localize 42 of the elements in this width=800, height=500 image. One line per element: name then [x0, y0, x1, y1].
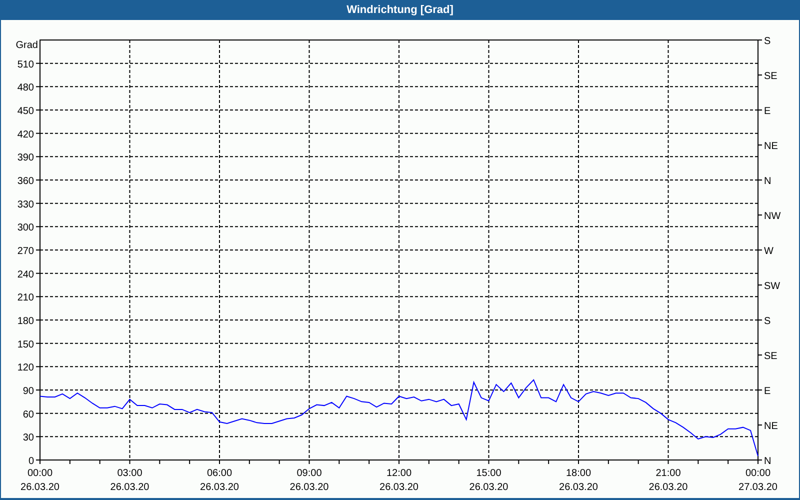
compass-label: SE: [764, 351, 778, 362]
y-tick-label: 300: [17, 222, 34, 234]
window-title: Windrichtung [Grad]: [346, 2, 454, 18]
x-tick-label: 00:00 27.03.20: [738, 468, 778, 493]
y-tick-label: 390: [17, 152, 34, 164]
compass-label: S: [764, 36, 771, 47]
y-tick-label: 360: [17, 176, 34, 187]
compass-label: NE: [764, 141, 778, 152]
compass-label: E: [764, 386, 771, 397]
y-tick-label: 0: [28, 456, 34, 467]
compass-label: S: [764, 316, 771, 327]
compass-label: N: [764, 176, 772, 187]
compass-label: NE: [764, 421, 778, 432]
compass-label: W: [764, 246, 774, 257]
y-axis-title: Grad: [16, 40, 38, 51]
y-tick-label: 450: [17, 106, 34, 117]
x-tick-label: 00:00 26.03.20: [20, 468, 60, 493]
x-tick-label: 09:00 26.03.20: [290, 468, 329, 493]
y-tick-label: 30: [22, 432, 34, 444]
compass-label: E: [764, 106, 771, 117]
y-tick-label: 210: [17, 292, 34, 304]
y-tick-label: 240: [17, 269, 34, 280]
y-tick-label: 90: [22, 386, 34, 397]
x-tick-label: 21:00 26.03.20: [648, 468, 688, 493]
y-tick-label: 330: [17, 199, 34, 210]
y-tick-label: 480: [17, 82, 34, 94]
x-tick-label: 15:00 26.03.20: [469, 468, 508, 493]
x-tick-label: 03:00 26.03.20: [110, 468, 150, 493]
y-tick-label: 420: [17, 129, 34, 140]
compass-label: NW: [764, 211, 781, 222]
compass-label: SW: [764, 281, 780, 292]
y-tick-label: 270: [17, 246, 34, 257]
x-tick-label: 18:00 26.03.20: [559, 468, 598, 493]
y-tick-label: 510: [17, 59, 34, 70]
y-tick-label: 60: [22, 409, 34, 420]
y-tick-label: 120: [17, 362, 34, 374]
compass-label: N: [764, 456, 772, 467]
y-tick-label: 150: [17, 339, 34, 350]
x-tick-label: 06:00 26.03.20: [200, 468, 239, 493]
y-tick-label: 180: [17, 316, 34, 327]
x-tick-label: 12:00 26.03.20: [380, 468, 418, 493]
compass-label: SE: [764, 71, 778, 82]
